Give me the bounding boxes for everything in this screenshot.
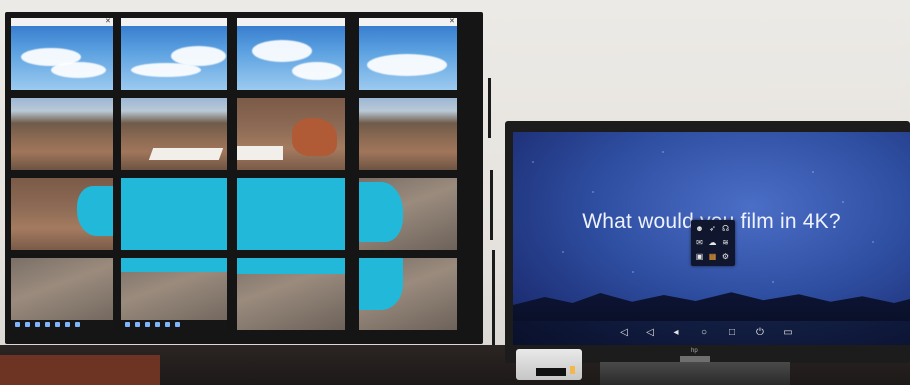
device-display — [536, 368, 566, 376]
taskbar — [11, 320, 113, 330]
wall-panel: ✕ — [11, 18, 113, 90]
quick-settings-panel[interactable]: ☻ ➶ ☊ ✉ ☁ ≋ ▣ ▦ ⚙ — [691, 220, 735, 266]
wall-panel — [121, 98, 227, 170]
back-icon[interactable]: ◁ — [617, 326, 631, 340]
window-title-bar — [121, 18, 227, 26]
window-title-bar: ✕ — [359, 18, 457, 26]
window-title-bar: ✕ — [11, 18, 113, 26]
wall-panel — [11, 98, 113, 170]
back-icon[interactable]: ◁ — [643, 326, 657, 340]
message-icon[interactable]: ✉ — [694, 237, 705, 248]
wall-panel — [237, 18, 345, 90]
power-icon[interactable]: ⏻ — [753, 326, 767, 340]
cable — [490, 170, 493, 240]
cable — [488, 78, 491, 138]
close-icon: ✕ — [105, 18, 111, 25]
menu-icon[interactable]: ▭ — [781, 326, 795, 340]
close-icon: ✕ — [449, 18, 455, 25]
taskbar — [121, 320, 227, 330]
volume-icon[interactable]: ◂ — [669, 326, 683, 340]
recents-icon[interactable]: □ — [725, 326, 739, 340]
wall-panel — [237, 178, 345, 250]
wall-panel — [121, 178, 227, 250]
wifi-icon[interactable]: ≋ — [720, 237, 731, 248]
monitor: What would you film in 4K? ☻ ➶ ☊ ✉ ☁ ≋ ▣… — [505, 121, 910, 363]
settings-icon[interactable]: ⚙ — [720, 251, 731, 262]
monitor-screen: What would you film in 4K? ☻ ➶ ☊ ✉ ☁ ≋ ▣… — [513, 132, 910, 345]
video-wall: ✕ ✕ — [5, 12, 483, 344]
android-nav-bar: ◁ ◁ ◂ ○ □ ⏻ ▭ — [513, 321, 910, 345]
desk-shelf — [0, 355, 160, 385]
cat-icon[interactable]: ☻ — [694, 223, 705, 234]
cable — [492, 250, 495, 345]
window-title-bar — [237, 18, 345, 26]
wall-panel — [359, 98, 457, 170]
wall-panel — [121, 258, 227, 330]
wall-panel — [121, 18, 227, 90]
headphones-icon[interactable]: ☊ — [720, 223, 731, 234]
wall-panel — [237, 258, 345, 330]
wall-panel — [237, 98, 345, 170]
monitor-stand — [600, 362, 790, 385]
brand-logo: hp — [691, 348, 698, 354]
rocket-icon[interactable]: ➶ — [707, 223, 718, 234]
wall-panel — [11, 258, 113, 330]
wall-panel — [11, 178, 113, 250]
home-icon[interactable]: ○ — [697, 326, 711, 340]
screen-icon[interactable]: ▣ — [694, 251, 705, 262]
wall-panel — [359, 178, 457, 250]
device-port — [570, 366, 575, 374]
app-icon[interactable]: ▦ — [707, 251, 718, 262]
wall-panel: ✕ — [359, 18, 457, 90]
media-player-box — [516, 349, 582, 380]
cloud-icon[interactable]: ☁ — [707, 237, 718, 248]
wall-panel — [359, 258, 457, 330]
